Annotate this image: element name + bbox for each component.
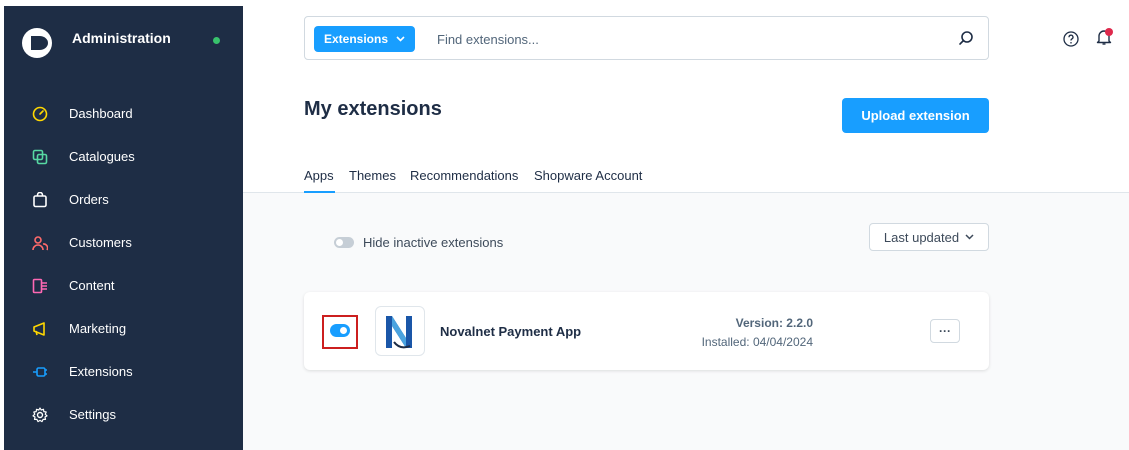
- global-search: Extensions: [304, 16, 989, 60]
- gear-icon: [32, 407, 48, 423]
- sidebar-item-customers[interactable]: Customers: [4, 223, 243, 263]
- sort-select[interactable]: Last updated: [869, 223, 989, 251]
- novalnet-logo: [375, 306, 425, 356]
- help-icon[interactable]: [1063, 31, 1079, 47]
- tab-themes[interactable]: Themes: [349, 168, 396, 183]
- catalogue-icon: [32, 149, 48, 165]
- users-icon: [32, 236, 48, 251]
- hide-inactive-toggle[interactable]: [334, 237, 354, 248]
- sidebar-item-label: Extensions: [69, 364, 133, 379]
- notification-badge: [1105, 28, 1113, 36]
- sidebar-title: Administration: [72, 30, 171, 46]
- sidebar-item-label: Content: [69, 278, 115, 293]
- content-icon: [32, 278, 47, 294]
- bag-icon: [33, 192, 47, 208]
- dashboard-icon: [32, 106, 48, 122]
- sidebar-item-label: Marketing: [69, 321, 127, 336]
- shopware-logo-icon[interactable]: [22, 28, 52, 58]
- sidebar-item-orders[interactable]: Orders: [4, 180, 243, 220]
- sidebar-header: Administration: [4, 6, 243, 84]
- tab-apps[interactable]: Apps: [304, 168, 334, 183]
- chevron-down-icon: [396, 36, 405, 42]
- sidebar-item-extensions[interactable]: Extensions: [4, 352, 243, 392]
- status-online-indicator: [213, 37, 220, 44]
- upload-extension-button[interactable]: Upload extension: [842, 98, 989, 133]
- extension-installed-date: Installed: 04/04/2024: [701, 335, 813, 349]
- sidebar-item-dashboard[interactable]: Dashboard: [4, 94, 243, 134]
- extension-active-toggle[interactable]: [330, 324, 350, 337]
- hide-inactive-label: Hide inactive extensions: [363, 235, 504, 250]
- sort-select-label: Last updated: [883, 229, 960, 245]
- sidebar-item-label: Customers: [69, 235, 132, 250]
- extension-name[interactable]: Novalnet Payment App: [440, 324, 581, 339]
- search-input[interactable]: [437, 28, 937, 50]
- extension-more-button[interactable]: ···: [930, 319, 960, 343]
- tab-recommendations[interactable]: Recommendations: [410, 168, 518, 183]
- sidebar-item-settings[interactable]: Settings: [4, 395, 243, 435]
- sidebar: Administration Dashboard Catalogues Orde…: [4, 6, 243, 450]
- extension-version: Version: 2.2.0: [735, 316, 813, 330]
- sidebar-item-marketing[interactable]: Marketing: [4, 309, 243, 349]
- megaphone-icon: [33, 322, 45, 336]
- search-scope-select[interactable]: Extensions: [314, 26, 416, 52]
- sidebar-item-content[interactable]: Content: [4, 266, 243, 306]
- sidebar-item-label: Catalogues: [69, 149, 135, 164]
- tab-shopware-account[interactable]: Shopware Account: [534, 168, 642, 183]
- search-scope-label: Extensions: [324, 32, 389, 46]
- page-title: My extensions: [304, 98, 442, 120]
- novalnet-logo-icon: [378, 308, 422, 354]
- sidebar-item-label: Orders: [69, 192, 109, 207]
- search-icon[interactable]: [958, 30, 974, 46]
- chevron-down-icon: [965, 234, 974, 240]
- sidebar-item-label: Dashboard: [69, 106, 133, 121]
- sidebar-item-label: Settings: [69, 407, 116, 422]
- plug-icon: [33, 367, 47, 377]
- sidebar-item-catalogues[interactable]: Catalogues: [4, 137, 243, 177]
